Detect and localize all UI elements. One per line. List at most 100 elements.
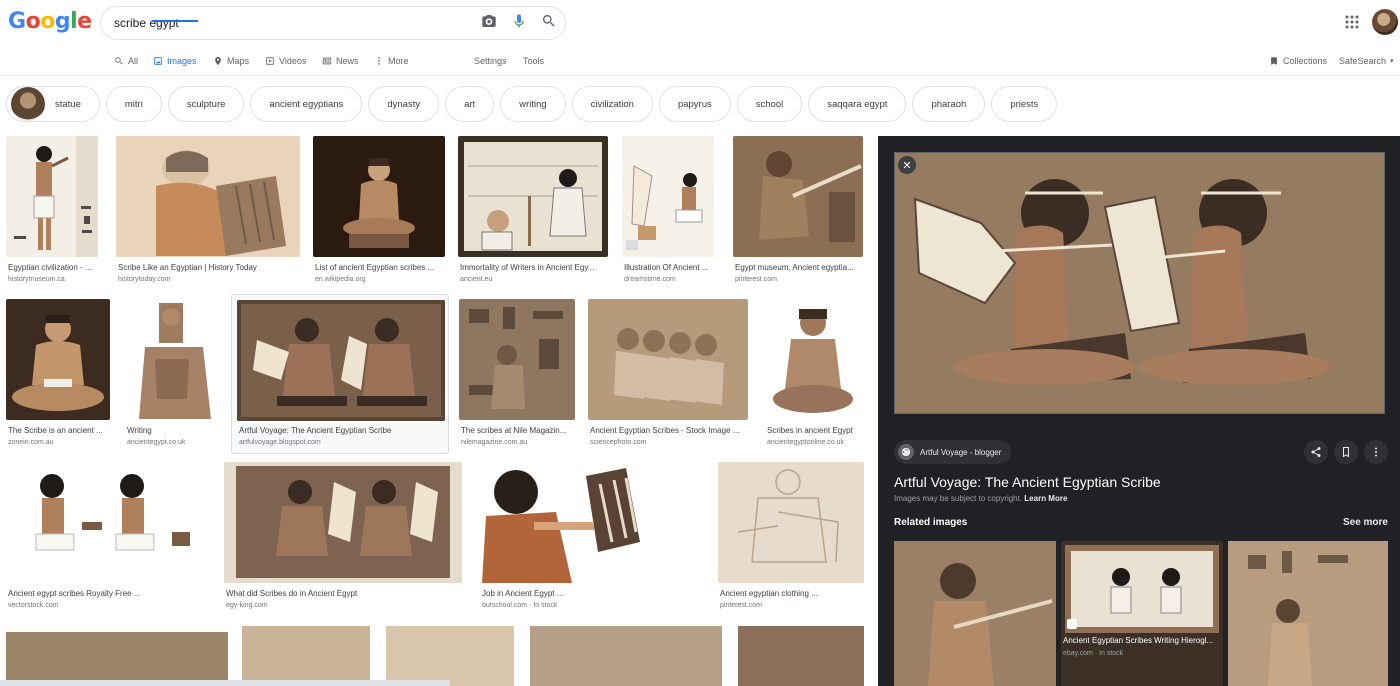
camera-icon[interactable] xyxy=(481,13,497,29)
more-options-button[interactable] xyxy=(1364,440,1388,464)
tab-tools[interactable]: Tools xyxy=(523,53,544,69)
share-button[interactable] xyxy=(1304,440,1328,464)
result-card[interactable]: List of ancient Egyptian scribes ... en.… xyxy=(313,136,447,290)
safesearch-dropdown[interactable]: SafeSearch ▾ xyxy=(1339,53,1394,69)
related-image[interactable] xyxy=(1228,541,1388,686)
account-avatar[interactable] xyxy=(1372,9,1398,35)
result-source: egy-king.com xyxy=(226,602,268,609)
chip-civilization[interactable]: civilization xyxy=(571,86,653,122)
more-vert-icon xyxy=(378,57,380,65)
chip-priests[interactable]: priests xyxy=(991,86,1058,122)
chip-papyrus[interactable]: papyrus xyxy=(658,86,731,122)
tab-videos[interactable]: Videos xyxy=(265,53,306,69)
search-box[interactable] xyxy=(100,6,566,40)
chip-ancient-egyptians[interactable]: ancient egyptians xyxy=(250,86,363,122)
tab-more[interactable]: More xyxy=(374,53,409,69)
chip-writing[interactable]: writing xyxy=(500,86,566,122)
result-thumbnail xyxy=(622,136,714,257)
result-thumbnail-partial[interactable] xyxy=(242,626,370,686)
google-logo[interactable]: Google xyxy=(8,9,92,34)
result-card[interactable]: Ancient egypt scribes Royalty Free ... v… xyxy=(6,462,208,616)
microphone-icon[interactable] xyxy=(511,13,527,29)
result-card[interactable]: The Scribe is an ancient ... zonein.com.… xyxy=(6,299,112,453)
related-chips: statue mitri sculpture ancient egyptians… xyxy=(6,86,1058,122)
result-thumbnail xyxy=(224,462,462,583)
tab-label: Videos xyxy=(279,56,307,66)
result-thumbnail-partial[interactable] xyxy=(6,632,228,686)
result-card[interactable]: Illustration Of Ancient ... dreamstime.c… xyxy=(622,136,716,290)
related-image[interactable] xyxy=(894,541,1056,686)
result-thumbnail xyxy=(765,299,863,420)
copyright-text: Images may be subject to copyright. xyxy=(894,494,1023,503)
related-image-source: ebay.com · In stock xyxy=(1063,650,1124,657)
see-more-link[interactable]: See more xyxy=(1343,517,1388,528)
collections-label: Collections xyxy=(1283,56,1328,66)
result-card[interactable]: Job in Ancient Egypt ... outschool.com ·… xyxy=(476,462,706,616)
search-icon xyxy=(115,57,123,65)
tab-label: Maps xyxy=(227,56,250,66)
search-icon[interactable] xyxy=(541,13,557,29)
apps-grid-icon[interactable] xyxy=(1345,15,1359,29)
result-card[interactable]: Scribe Like an Egyptian | History Today … xyxy=(116,136,302,290)
result-card[interactable]: Writing ancientegypt.co.uk xyxy=(125,299,221,453)
collections-link[interactable]: Collections xyxy=(1269,53,1327,69)
result-thumbnail-partial[interactable] xyxy=(386,626,514,686)
header-divider xyxy=(0,75,1400,76)
chip-dynasty[interactable]: dynasty xyxy=(368,86,440,122)
related-image-title[interactable]: Ancient Egyptian Scribes Writing Hierogl… xyxy=(1063,636,1213,645)
save-button[interactable] xyxy=(1334,440,1358,464)
result-thumbnail xyxy=(313,136,445,257)
chip-sculpture[interactable]: sculpture xyxy=(167,86,245,122)
result-card[interactable]: What did Scribes do in Ancient Egypt egy… xyxy=(224,462,464,616)
result-card[interactable]: Immortality of Writers in Ancient Egy...… xyxy=(458,136,608,290)
related-images-heading: Related images xyxy=(894,517,968,528)
result-card[interactable]: Ancient egyptian clothing ... pinterest.… xyxy=(718,462,866,616)
result-card[interactable]: The scribes at Nile Magazin... nilemagaz… xyxy=(459,299,577,453)
safesearch-label: SafeSearch xyxy=(1339,56,1387,66)
chip-school[interactable]: school xyxy=(736,86,803,122)
close-icon[interactable]: ✕ xyxy=(898,156,916,174)
search-input[interactable] xyxy=(114,16,474,30)
tab-images[interactable]: Images xyxy=(153,53,197,69)
result-thumbnail xyxy=(718,462,864,583)
result-card[interactable]: Egyptian civilization - ... historymuseu… xyxy=(6,136,100,290)
learn-more-link[interactable]: Learn More xyxy=(1024,494,1067,503)
result-card[interactable]: Scribes in ancient Egypt ancientegyptonl… xyxy=(765,299,865,453)
tab-news[interactable]: News xyxy=(322,53,359,69)
chip-art[interactable]: art xyxy=(445,86,495,122)
globe-icon xyxy=(898,444,914,460)
result-title: Immortality of Writers in Ancient Egy... xyxy=(460,263,595,272)
caret-down-icon: ▾ xyxy=(1390,58,1394,65)
source-site-chip[interactable]: Artful Voyage - blogger xyxy=(894,440,1012,464)
preview-title[interactable]: Artful Voyage: The Ancient Egyptian Scri… xyxy=(894,474,1161,490)
result-card-selected[interactable]: Artful Voyage: The Ancient Egyptian Scri… xyxy=(231,294,449,454)
result-thumbnail-partial[interactable] xyxy=(530,626,722,686)
tab-all[interactable]: All xyxy=(114,53,138,69)
chip-label: ancient egyptians xyxy=(269,98,344,110)
bookmark-icon xyxy=(1271,57,1277,65)
chip-label: saqqara egypt xyxy=(827,98,888,110)
result-source: pinterest.com xyxy=(735,276,778,283)
chip-saqqara-egypt[interactable]: saqqara egypt xyxy=(808,86,907,122)
chip-statue[interactable]: statue xyxy=(6,86,100,122)
chip-mitri[interactable]: mitri xyxy=(105,86,162,122)
chip-label: priests xyxy=(1010,98,1039,110)
result-title: Ancient egypt scribes Royalty Free ... xyxy=(8,589,141,598)
preview-image[interactable] xyxy=(894,152,1385,414)
result-source: outschool.com · In stock xyxy=(482,602,558,609)
tab-settings[interactable]: Settings xyxy=(474,53,507,69)
result-title: Illustration Of Ancient ... xyxy=(624,263,709,272)
tab-maps[interactable]: Maps xyxy=(213,53,249,69)
result-card[interactable]: Egypt museum, Ancient egyptia... pintere… xyxy=(733,136,865,290)
result-card[interactable]: Ancient Egyptian Scribes - Stock Image .… xyxy=(588,299,750,453)
image-preview-panel: ✕ Artful Voyage - blogger Artful Voyage:… xyxy=(878,136,1400,686)
image-icon xyxy=(154,57,162,65)
related-image[interactable] xyxy=(1061,541,1223,686)
chip-label: pharaoh xyxy=(931,98,967,110)
chip-pharaoh[interactable]: pharaoh xyxy=(912,86,986,122)
result-thumbnail-partial[interactable] xyxy=(738,626,864,686)
image-results-grid: Egyptian civilization - ... historymuseu… xyxy=(0,132,870,686)
chip-label: mitri xyxy=(124,98,143,110)
result-thumbnail xyxy=(125,299,219,420)
map-pin-icon xyxy=(215,56,221,66)
